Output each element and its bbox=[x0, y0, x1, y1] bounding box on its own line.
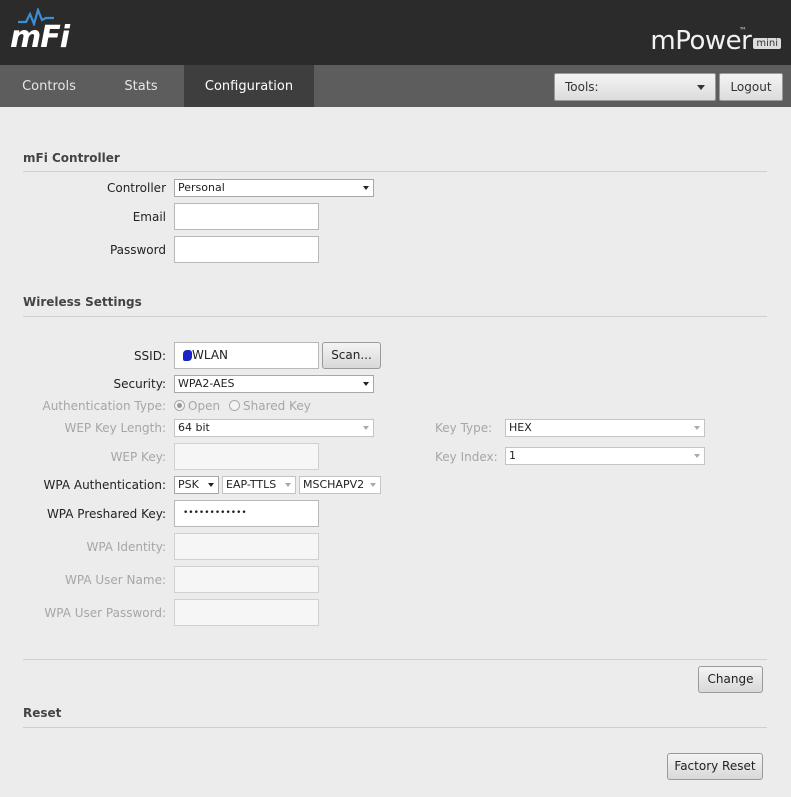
wep-key-label: WEP Key: bbox=[110, 450, 166, 464]
section-divider bbox=[23, 659, 767, 660]
wpa-user-name-field[interactable] bbox=[174, 566, 319, 593]
chevron-down-icon bbox=[697, 85, 705, 90]
wpa-psk-label: WPA Preshared Key: bbox=[46, 507, 166, 521]
wpa-auth-eap-select[interactable]: EAP-TTLS bbox=[222, 476, 296, 494]
auth-open-option[interactable]: Open bbox=[174, 399, 220, 413]
mfi-logo: mFi bbox=[10, 8, 70, 56]
key-index-select[interactable]: 1 bbox=[505, 447, 705, 465]
wep-key-length-select[interactable]: 64 bit bbox=[174, 419, 374, 437]
radio-unselected-icon bbox=[229, 400, 240, 411]
chevron-down-icon bbox=[694, 454, 700, 458]
wpa-user-password-field[interactable] bbox=[174, 599, 319, 626]
brand-trademark: ™ bbox=[739, 26, 747, 35]
wpa-auth-eap-value: EAP-TTLS bbox=[226, 478, 277, 491]
auth-open-label: Open bbox=[188, 399, 221, 413]
product-brand: mPower ™ mini bbox=[650, 26, 781, 56]
tab-controls[interactable]: Controls bbox=[0, 65, 98, 107]
tab-configuration[interactable]: Configuration bbox=[184, 65, 314, 107]
chevron-down-icon bbox=[694, 426, 700, 430]
email-label: Email bbox=[132, 210, 166, 224]
security-select-value: WPA2-AES bbox=[178, 377, 235, 390]
reset-section-title: Reset bbox=[23, 706, 62, 720]
chevron-down-icon bbox=[363, 186, 369, 190]
change-button[interactable]: Change bbox=[698, 666, 763, 693]
key-type-select[interactable]: HEX bbox=[505, 419, 705, 437]
ssid-field[interactable]: WLAN bbox=[174, 342, 319, 369]
app-header: mFi mPower ™ mini bbox=[0, 0, 791, 65]
wep-key-field[interactable] bbox=[174, 443, 319, 470]
wpa-psk-field[interactable]: •••••••••••• bbox=[174, 500, 319, 527]
wpa-auth-psk-select[interactable]: PSK bbox=[174, 476, 219, 494]
wpa-auth-inner-value: MSCHAPV2 bbox=[303, 478, 365, 491]
section-divider bbox=[23, 727, 767, 728]
wep-key-length-label: WEP Key Length: bbox=[64, 421, 166, 435]
security-label: Security: bbox=[113, 377, 166, 391]
redaction-mark bbox=[183, 350, 192, 361]
wpa-identity-label: WPA Identity: bbox=[86, 540, 166, 554]
section-divider bbox=[23, 316, 767, 317]
ssid-value: WLAN bbox=[192, 348, 229, 362]
brand-name: mPower bbox=[650, 26, 752, 56]
tab-stats[interactable]: Stats bbox=[98, 65, 184, 107]
key-index-value: 1 bbox=[509, 449, 516, 462]
radio-selected-icon bbox=[174, 400, 185, 411]
password-label: Password bbox=[109, 243, 166, 257]
security-select[interactable]: WPA2-AES bbox=[174, 375, 374, 393]
auth-type-label: Authentication Type: bbox=[42, 399, 166, 413]
chevron-down-icon bbox=[285, 483, 291, 487]
wpa-auth-inner-select[interactable]: MSCHAPV2 bbox=[299, 476, 381, 494]
controller-select-value: Personal bbox=[178, 181, 225, 194]
factory-reset-button[interactable]: Factory Reset bbox=[667, 753, 763, 780]
controller-section-title: mFi Controller bbox=[23, 151, 120, 165]
chevron-down-icon bbox=[363, 426, 369, 430]
wep-key-length-value: 64 bit bbox=[178, 421, 210, 434]
wpa-user-password-label: WPA User Password: bbox=[44, 606, 166, 620]
tools-dropdown[interactable]: Tools: bbox=[554, 73, 716, 101]
email-field[interactable] bbox=[174, 203, 319, 230]
controller-label: Controller bbox=[106, 181, 166, 195]
scan-button[interactable]: Scan... bbox=[322, 342, 381, 369]
logo-text: mFi bbox=[10, 20, 70, 55]
wireless-section-title: Wireless Settings bbox=[23, 295, 142, 309]
tools-dropdown-label: Tools: bbox=[565, 80, 599, 94]
wpa-identity-field[interactable] bbox=[174, 533, 319, 560]
password-field[interactable] bbox=[174, 236, 319, 263]
controller-select[interactable]: Personal bbox=[174, 179, 374, 197]
wpa-auth-psk-value: PSK bbox=[178, 478, 199, 491]
wpa-auth-label: WPA Authentication: bbox=[43, 478, 167, 492]
chevron-down-icon bbox=[370, 483, 376, 487]
chevron-down-icon bbox=[363, 382, 369, 386]
wpa-user-name-label: WPA User Name: bbox=[65, 573, 166, 587]
section-divider bbox=[23, 171, 767, 172]
ssid-label: SSID: bbox=[133, 349, 166, 363]
brand-badge: mini bbox=[753, 38, 781, 49]
key-type-value: HEX bbox=[509, 421, 532, 434]
logout-button[interactable]: Logout bbox=[719, 73, 783, 101]
auth-shared-key-option[interactable]: Shared Key bbox=[229, 399, 311, 413]
chevron-down-icon bbox=[208, 483, 214, 487]
auth-shared-key-label: Shared Key bbox=[243, 399, 311, 413]
